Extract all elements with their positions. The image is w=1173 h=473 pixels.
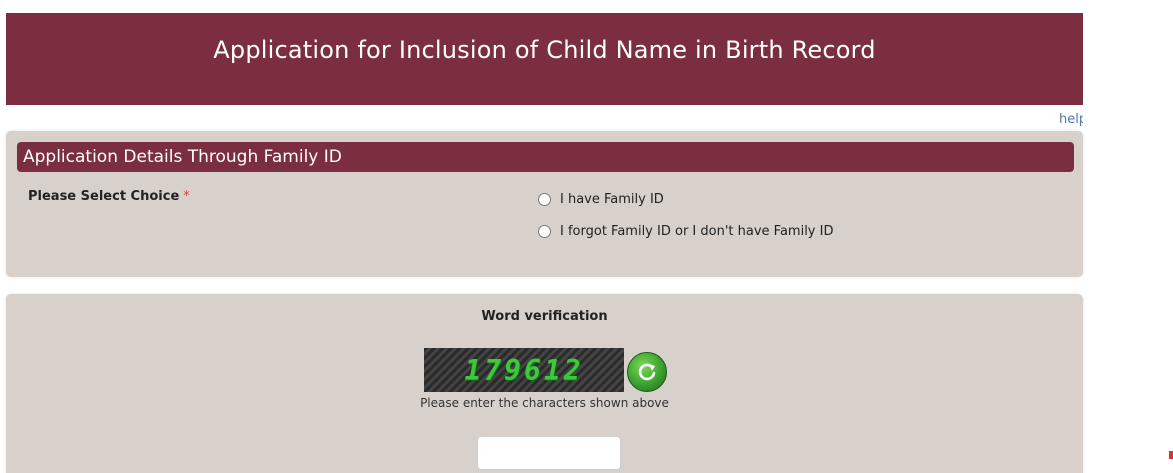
refresh-captcha-button[interactable] — [627, 352, 667, 392]
refresh-icon — [638, 363, 656, 381]
radio-button-have-family-id[interactable] — [538, 193, 551, 206]
radio-option-forgot-family-id[interactable]: I forgot Family ID or I don't have Famil… — [538, 224, 833, 239]
word-verification-panel: Word verification 179612 Please enter th… — [6, 294, 1083, 473]
help-link[interactable]: help — [1059, 112, 1083, 127]
section-header: Application Details Through Family ID — [17, 142, 1074, 172]
choice-label-text: Please Select Choice — [28, 189, 180, 204]
section-title: Application Details Through Family ID — [23, 147, 342, 167]
radio-label-forgot-family-id: I forgot Family ID or I don't have Famil… — [560, 224, 834, 239]
page-title: Application for Inclusion of Child Name … — [213, 36, 876, 64]
choice-label: Please Select Choice * — [28, 189, 190, 204]
radio-label-have-family-id: I have Family ID — [560, 192, 664, 207]
captcha-hint: Please enter the characters shown above — [420, 396, 669, 410]
page: Application for Inclusion of Child Name … — [0, 0, 1173, 473]
verification-title: Word verification — [481, 309, 608, 324]
required-indicator: * — [183, 189, 190, 204]
radio-option-have-family-id[interactable]: I have Family ID — [538, 192, 664, 207]
captcha-text: 179612 — [464, 353, 584, 387]
edge-indicator — [1169, 451, 1173, 459]
radio-button-forgot-family-id[interactable] — [538, 225, 551, 238]
family-id-panel: Application Details Through Family ID Pl… — [6, 131, 1083, 277]
header-banner: Application for Inclusion of Child Name … — [6, 13, 1083, 105]
captcha-image: 179612 — [424, 348, 624, 392]
captcha-input[interactable] — [477, 436, 621, 470]
